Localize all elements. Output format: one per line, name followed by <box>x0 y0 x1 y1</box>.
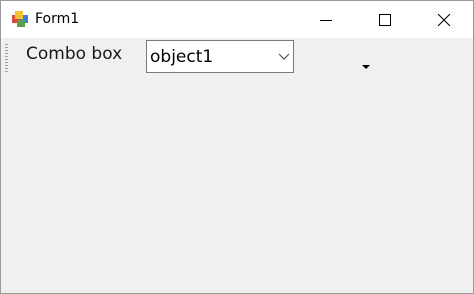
minimize-button[interactable] <box>303 1 349 38</box>
title-bar[interactable]: Form1 <box>1 1 473 38</box>
maximize-icon <box>379 13 391 26</box>
window-title: Form1 <box>35 11 80 27</box>
maximize-button[interactable] <box>362 1 408 38</box>
chevron-down-icon[interactable] <box>278 50 290 62</box>
combo-box-label: Combo box <box>26 44 123 64</box>
form-client-area: Combo box object1 <box>1 38 473 293</box>
minimize-icon <box>320 19 332 21</box>
toolstrip-grip[interactable] <box>5 44 8 72</box>
combo-box[interactable]: object1 <box>146 40 294 73</box>
winforms-app-icon <box>12 11 28 27</box>
combo-box-value: object1 <box>150 47 214 67</box>
close-icon <box>438 13 450 26</box>
close-button[interactable] <box>421 1 467 38</box>
dropdown-arrow-icon[interactable] <box>362 65 370 69</box>
form1-window: Form1 Combo box object1 <box>0 0 474 294</box>
